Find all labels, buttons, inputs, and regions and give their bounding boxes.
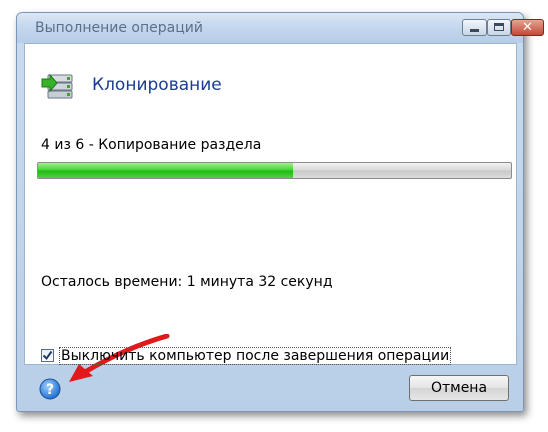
- shutdown-checkbox[interactable]: [41, 349, 54, 362]
- minimize-icon: [470, 29, 479, 32]
- help-icon[interactable]: ?: [39, 378, 61, 400]
- checkmark-icon: [42, 350, 53, 361]
- close-icon: ✕: [522, 20, 533, 35]
- progress-bar: [37, 162, 512, 179]
- progress-fill: [38, 163, 294, 178]
- maximize-icon: [494, 23, 504, 31]
- operation-title: Клонирование: [92, 75, 222, 95]
- window-title: Выполнение операций: [35, 20, 203, 36]
- cancel-button[interactable]: Отмена: [409, 375, 509, 401]
- title-bar[interactable]: Выполнение операций ✕: [17, 13, 544, 43]
- minimize-button[interactable]: [462, 19, 487, 36]
- shutdown-label[interactable]: Выключить компьютер после завершения опе…: [59, 347, 452, 365]
- close-button[interactable]: ✕: [511, 19, 544, 36]
- clone-disk-icon: [41, 73, 73, 99]
- step-status: 4 из 6 - Копирование раздела: [41, 137, 262, 153]
- time-remaining: Осталось времени: 1 минута 32 секунд: [41, 274, 333, 290]
- help-glyph: ?: [46, 382, 54, 398]
- maximize-button[interactable]: [487, 19, 511, 36]
- operations-dialog: Выполнение операций ✕ Клонирование 4 из …: [16, 12, 544, 412]
- content-panel: Клонирование 4 из 6 - Копирование раздел…: [24, 43, 517, 382]
